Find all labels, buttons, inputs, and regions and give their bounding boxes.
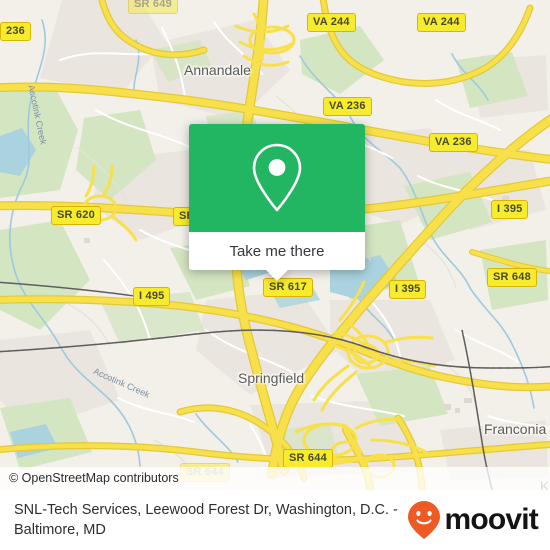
road-shield-i-395-center[interactable]: I 395 xyxy=(389,280,427,299)
place-label-springfield: Springfield xyxy=(238,370,305,386)
road-shield-i-495[interactable]: I 495 xyxy=(133,287,171,306)
moovit-logo[interactable]: moovit xyxy=(407,500,539,540)
take-me-there-label: Take me there xyxy=(229,242,325,260)
road-shield-sr-649[interactable]: SR 649 xyxy=(128,0,178,14)
popup-header xyxy=(189,124,365,232)
road-shield-sr-620[interactable]: SR 620 xyxy=(51,206,101,225)
popup-tail xyxy=(266,270,288,281)
footer-bar: SNL-Tech Services, Leewood Forest Dr, Wa… xyxy=(0,490,550,550)
map-pin-icon xyxy=(252,143,302,212)
osm-attribution[interactable]: © OpenStreetMap contributors xyxy=(0,467,550,490)
road-shield-i-395-east[interactable]: I 395 xyxy=(491,200,529,219)
place-label-franconia: Franconia xyxy=(484,421,547,437)
road-shield-sr-648[interactable]: SR 648 xyxy=(487,268,537,287)
location-title: SNL-Tech Services, Leewood Forest Dr, Wa… xyxy=(14,502,398,538)
road-shield-va-244-east[interactable]: VA 244 xyxy=(417,13,466,32)
road-shield-sr-644-center[interactable]: SR 644 xyxy=(283,449,333,468)
map-canvas[interactable]: .hw-case { fill:none; stroke:#e3c93a; st… xyxy=(0,0,550,490)
place-label-annandale: Annandale xyxy=(184,62,251,78)
location-popup[interactable]: Take me there xyxy=(189,124,365,281)
road-shield-236[interactable]: 236 xyxy=(0,22,31,41)
moovit-wordmark: moovit xyxy=(444,503,538,536)
road-shield-va-236-north[interactable]: VA 236 xyxy=(323,97,372,116)
road-shield-va-244-west[interactable]: VA 244 xyxy=(307,13,356,32)
moovit-smiley-pin-icon xyxy=(408,501,441,539)
moovit-map-screenshot: .hw-case { fill:none; stroke:#e3c93a; st… xyxy=(0,0,550,550)
popup-footer[interactable]: Take me there xyxy=(189,232,365,281)
road-shield-va-236-east[interactable]: VA 236 xyxy=(429,133,478,152)
